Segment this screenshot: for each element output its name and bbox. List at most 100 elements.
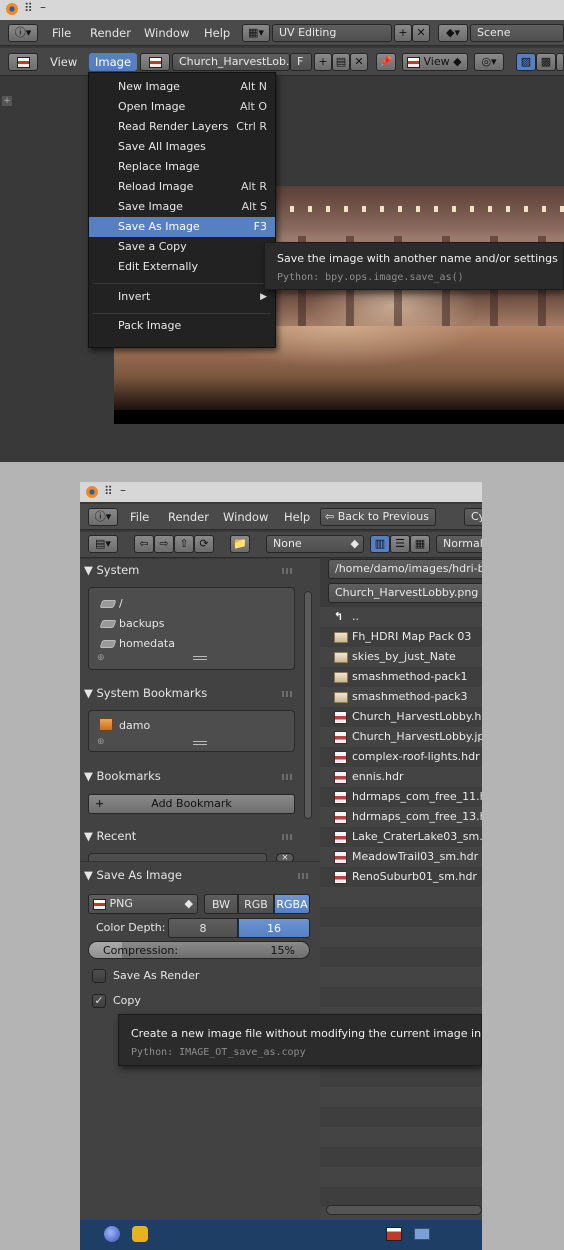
panel-grip[interactable]	[282, 691, 294, 697]
panel-grip[interactable]	[282, 568, 294, 574]
forward-icon[interactable]: ⇨	[154, 535, 174, 553]
view-mode-select[interactable]: View ◆	[402, 53, 468, 71]
list-resize-grip[interactable]	[193, 741, 207, 745]
display-short-list-icon[interactable]: ▥	[370, 535, 390, 553]
menu-item-replace-image[interactable]: Replace Image	[89, 157, 275, 177]
file-row-image[interactable]: Church_HarvestLobby.jpg	[320, 727, 482, 747]
file-row-image[interactable]: MeadowTrail03_sm.hdr	[320, 847, 482, 867]
file-row-image[interactable]: RenoSuburb01_sm.hdr	[320, 867, 482, 887]
list-resize-grip[interactable]	[193, 656, 207, 660]
color-mode-rgba[interactable]: RGBA	[274, 894, 310, 914]
open-image-icon[interactable]: ▤	[332, 53, 350, 71]
menu-item-save-all-images[interactable]: Save All Images	[89, 137, 275, 157]
image-browse-button[interactable]	[140, 53, 170, 71]
menu-item-save-as-image[interactable]: Save As Image F3	[89, 217, 275, 237]
file-row-image[interactable]: hdrmaps_com_free_11.hdr	[320, 787, 482, 807]
panel-grip[interactable]	[282, 774, 294, 780]
menu-image[interactable]: Image	[89, 53, 138, 71]
file-row-image[interactable]: Lake_CraterLake03_sm.hdr	[320, 827, 482, 847]
editor-type-file-browser-button[interactable]: ▤▾	[88, 535, 118, 553]
minimize-icon[interactable]: –	[40, 0, 46, 14]
panel-grip[interactable]	[298, 873, 310, 879]
menu-window[interactable]: Window	[223, 504, 268, 530]
minimize-icon[interactable]: –	[120, 483, 126, 497]
file-manager-icon[interactable]	[414, 1228, 430, 1240]
editor-type-info-button[interactable]: ⓘ▾	[88, 508, 118, 526]
new-image-icon[interactable]: +	[314, 53, 332, 71]
display-long-list-icon[interactable]: ☰	[390, 535, 410, 553]
tool-shelf-toggle-icon[interactable]: +	[2, 96, 12, 106]
alpha-channel-icon[interactable]: ▩	[536, 53, 556, 71]
back-icon[interactable]: ⇦	[134, 535, 154, 553]
image-viewer-icon[interactable]	[386, 1227, 402, 1241]
unlink-image-icon[interactable]: ✕	[350, 53, 368, 71]
add-bookmark-button[interactable]: + Add Bookmark	[88, 794, 295, 814]
menu-item-new-image[interactable]: New Image Alt N	[89, 77, 275, 97]
color-depth-8[interactable]: 8	[168, 918, 238, 938]
save-as-render-checkbox[interactable]	[92, 969, 106, 983]
menu-item-open-image[interactable]: Open Image Alt O	[89, 97, 275, 117]
menu-view[interactable]: View	[50, 49, 77, 75]
menu-item-save-image[interactable]: Save Image Alt S	[89, 197, 275, 217]
menu-file[interactable]: File	[130, 504, 149, 530]
image-name-field[interactable]: Church_HarvestLob...	[172, 53, 290, 71]
color-mode-bw[interactable]: BW	[204, 894, 238, 914]
display-thumbnails-icon[interactable]: ▦	[410, 535, 430, 553]
bookmark-item-damo[interactable]: damo	[119, 716, 150, 736]
menu-render[interactable]: Render	[168, 504, 209, 530]
menu-item-read-render-layers[interactable]: Read Render Layers Ctrl R	[89, 117, 275, 137]
file-format-select[interactable]: PNG ◆	[88, 894, 198, 914]
render-engine-select[interactable]: Cy	[464, 508, 482, 526]
compression-slider[interactable]: Compression: 15%	[88, 941, 310, 959]
panel-grip[interactable]	[282, 834, 294, 840]
file-row-image[interactable]: Church_HarvestLobby.hdr	[320, 707, 482, 727]
system-item-root[interactable]: /	[119, 594, 123, 614]
pivot-select[interactable]: ◎▾	[474, 53, 504, 71]
scene-name[interactable]: Scene	[470, 24, 564, 42]
pin-icon[interactable]: 📌	[376, 53, 396, 71]
menu-help[interactable]: Help	[284, 504, 310, 530]
file-row-folder[interactable]: skies_by_just_Nate	[320, 647, 482, 667]
file-row-image[interactable]: complex-roof-lights.hdr	[320, 747, 482, 767]
refresh-icon[interactable]: ⟳	[194, 535, 214, 553]
screen-layout-name[interactable]: UV Editing	[272, 24, 392, 42]
list-expand-icon[interactable]: ⊕	[97, 737, 105, 747]
color-depth-16[interactable]: 16	[238, 918, 310, 938]
filename-field[interactable]: Church_HarvestLobby.png	[328, 583, 482, 603]
fake-user-toggle[interactable]: F	[290, 53, 312, 71]
recursion-select[interactable]: None ◆	[266, 535, 364, 553]
save-as-image-panel-header[interactable]: ▼ Save As Image	[84, 864, 320, 886]
file-list-h-scrollbar[interactable]	[326, 1205, 482, 1215]
file-row-folder[interactable]: smashmethod-pack1	[320, 667, 482, 687]
file-row-image[interactable]: hdrmaps_com_free_13.hdr	[320, 807, 482, 827]
screen-layout-selector[interactable]: ▦▾	[242, 24, 270, 42]
draw-channels-icon[interactable]: ▨	[516, 53, 536, 71]
menu-item-pack-image[interactable]: Pack Image	[89, 316, 275, 336]
menu-help[interactable]: Help	[204, 20, 230, 46]
new-folder-icon[interactable]: 📁	[230, 535, 250, 553]
file-row-folder[interactable]: Fh_HDRI Map Pack 03	[320, 627, 482, 647]
copy-checkbox[interactable]: ✓	[92, 994, 106, 1008]
delete-layout-icon[interactable]: ✕	[412, 24, 430, 42]
menu-item-reload-image[interactable]: Reload Image Alt R	[89, 177, 275, 197]
back-to-previous-button[interactable]: ⇦ Back to Previous	[320, 508, 436, 526]
menu-item-save-a-copy[interactable]: Save a Copy	[89, 237, 275, 257]
editor-type-image-button[interactable]	[8, 53, 38, 71]
file-row-parent[interactable]: ↰..	[320, 607, 482, 627]
menu-item-invert[interactable]: Invert ▶	[89, 287, 275, 307]
side-panel-scrollbar[interactable]	[304, 591, 312, 819]
menu-file[interactable]: File	[52, 20, 71, 46]
add-layout-icon[interactable]: +	[394, 24, 412, 42]
parent-directory-icon[interactable]: ⇧	[174, 535, 194, 553]
app-launcher-icon[interactable]	[104, 1226, 120, 1242]
mascot-app-icon[interactable]	[132, 1226, 148, 1242]
system-item-homedata[interactable]: homedata	[119, 634, 175, 654]
menu-render[interactable]: Render	[90, 20, 131, 46]
menu-window[interactable]: Window	[144, 20, 189, 46]
color-mode-rgb[interactable]: RGB	[238, 894, 274, 914]
menu-item-edit-externally[interactable]: Edit Externally	[89, 257, 275, 277]
file-row-image[interactable]: ennis.hdr	[320, 767, 482, 787]
directory-path-field[interactable]: /home/damo/images/hdri-bac	[328, 559, 482, 579]
file-row-folder[interactable]: smashmethod-pack3	[320, 687, 482, 707]
system-item-backups[interactable]: backups	[119, 614, 165, 634]
